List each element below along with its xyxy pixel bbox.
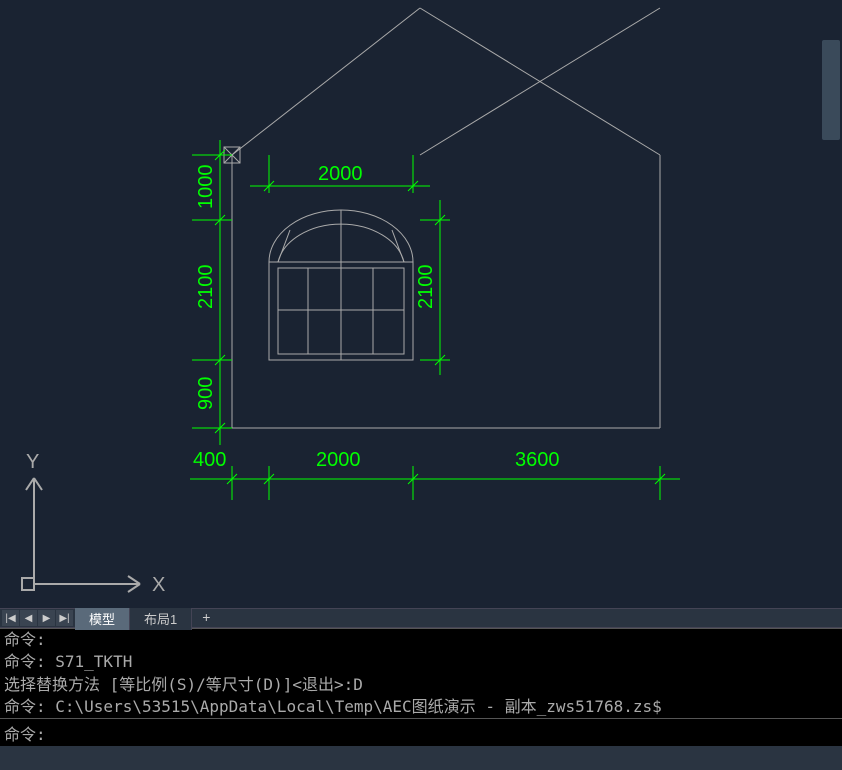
dim-2100-right: 2100 (415, 265, 437, 310)
dim-400: 400 (193, 449, 226, 471)
command-prompt-label: 命令: (4, 721, 46, 745)
dim-900: 900 (195, 377, 217, 410)
history-line-4: 命令: C:\Users\53515\AppData\Local\Temp\AE… (4, 696, 838, 718)
layout-tab-bar: |◀ ◀ ▶ ▶| 模型 布局1 + (0, 608, 842, 628)
dim-2100-left: 2100 (195, 265, 217, 310)
tab-nav-last[interactable]: ▶| (56, 610, 73, 626)
vertical-scrollbar-thumb[interactable] (822, 40, 840, 140)
drawing-canvas[interactable]: 2000 400 2000 3600 1000 2100 900 2100 X … (0, 0, 842, 608)
history-line-1: 命令: (4, 629, 838, 651)
command-input[interactable] (46, 723, 838, 742)
tab-layout1[interactable]: 布局1 (130, 607, 192, 630)
cad-drawing: 2000 400 2000 3600 1000 2100 900 2100 X … (0, 0, 842, 608)
status-bar (0, 746, 842, 770)
tab-nav-prev[interactable]: ◀ (20, 610, 37, 626)
dim-3600: 3600 (515, 449, 560, 471)
dim-2000-bottom: 2000 (316, 449, 361, 471)
tab-nav-next[interactable]: ▶ (38, 610, 55, 626)
dim-2000-top: 2000 (318, 163, 363, 185)
tab-nav-first[interactable]: |◀ (2, 610, 19, 626)
axis-y-label: Y (26, 451, 39, 473)
command-history-panel: 命令: 命令: S71_TKTH 选择替换方法 [等比例(S)/等尺寸(D)]<… (0, 628, 842, 718)
tab-add-button[interactable]: + (192, 607, 220, 630)
dim-1000: 1000 (195, 165, 217, 210)
history-line-2: 命令: S71_TKTH (4, 651, 838, 673)
tab-model[interactable]: 模型 (75, 607, 130, 630)
axis-x-label: X (152, 574, 165, 596)
history-line-3: 选择替换方法 [等比例(S)/等尺寸(D)]<退出>:D (4, 674, 838, 696)
vertical-scrollbar[interactable] (820, 0, 842, 608)
command-input-bar[interactable]: 命令: (0, 718, 842, 746)
